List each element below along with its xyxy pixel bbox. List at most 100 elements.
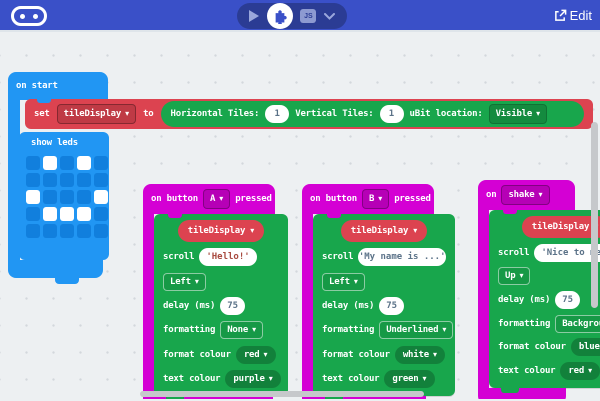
- chevron-down-icon: ▾: [423, 375, 427, 383]
- led-off[interactable]: [60, 156, 74, 170]
- led-on[interactable]: [94, 190, 108, 204]
- led-off[interactable]: [26, 173, 40, 187]
- event-spine[interactable]: [302, 214, 313, 396]
- delay-field[interactable]: 75: [379, 297, 404, 315]
- chevron-down-icon: ▾: [442, 326, 446, 334]
- on-shake-block[interactable]: on shake ▾: [478, 180, 575, 210]
- scroll-text-field[interactable]: 'Hello!': [199, 248, 256, 266]
- led-off[interactable]: [77, 190, 91, 204]
- tiledisplay-name: tileDisplay: [188, 226, 245, 236]
- tiledisplay-dropdown[interactable]: tileDisplay ▾: [522, 216, 600, 238]
- led-on[interactable]: [77, 156, 91, 170]
- formatting-dropdown[interactable]: Underlined ▾: [379, 321, 453, 339]
- led-off[interactable]: [94, 207, 108, 221]
- led-off[interactable]: [94, 224, 108, 238]
- chevron-down-icon: ▾: [264, 351, 268, 359]
- led-on[interactable]: [43, 156, 57, 170]
- formatting-dropdown[interactable]: None ▾: [220, 321, 263, 339]
- block-notch: [503, 210, 517, 214]
- event-label: pressed: [235, 194, 272, 204]
- format-colour-dropdown[interactable]: blue ▾: [571, 338, 600, 356]
- text-colour-dropdown[interactable]: red ▾: [560, 362, 600, 380]
- on-button-a-block[interactable]: on button A ▾ pressed: [143, 184, 275, 214]
- direction-dropdown[interactable]: Up ▾: [498, 267, 530, 285]
- delay-field[interactable]: 75: [555, 291, 580, 309]
- led-off[interactable]: [26, 156, 40, 170]
- direction-dropdown[interactable]: Left ▾: [163, 273, 206, 291]
- text-colour-dropdown[interactable]: purple ▾: [225, 370, 280, 388]
- horizontal-tiles-field[interactable]: 1: [265, 105, 289, 123]
- vertical-tiles-field[interactable]: 1: [380, 105, 404, 123]
- text-colour-value: purple: [233, 374, 264, 384]
- led-off[interactable]: [94, 156, 108, 170]
- led-off[interactable]: [26, 224, 40, 238]
- led-off[interactable]: [60, 224, 74, 238]
- led-off[interactable]: [26, 207, 40, 221]
- formatting-dropdown[interactable]: Background ▾: [555, 315, 600, 333]
- external-link-icon: [554, 9, 567, 22]
- javascript-mode-button[interactable]: JS: [300, 9, 316, 23]
- delay-label: delay (ms): [498, 295, 550, 305]
- on-start-label: on start: [16, 81, 58, 91]
- led-off[interactable]: [77, 224, 91, 238]
- play-icon[interactable]: [249, 10, 259, 22]
- on-start-block[interactable]: on start: [8, 72, 108, 100]
- on-button-b-block[interactable]: on button B ▾ pressed: [302, 184, 434, 214]
- gesture-dropdown[interactable]: shake ▾: [501, 185, 549, 205]
- show-leds-block[interactable]: show leds: [19, 132, 109, 260]
- format-colour-dropdown[interactable]: white ▾: [395, 346, 445, 364]
- button-dropdown[interactable]: B ▾: [362, 189, 389, 209]
- direction-dropdown[interactable]: Left ▾: [322, 273, 365, 291]
- text-colour-label: text colour: [163, 374, 220, 384]
- chevron-down-icon: ▾: [219, 195, 223, 203]
- tiledisplay-scroll-block[interactable]: tileDisplay ▾ scroll 'Nice to me Up ▾ de…: [489, 210, 600, 388]
- block-notch: [37, 99, 51, 103]
- direction-value: Left: [329, 277, 350, 287]
- microbit-logo-icon[interactable]: [11, 6, 47, 26]
- tiledisplay-scroll-block[interactable]: tileDisplay ▾ scroll 'My name is ...' Le…: [313, 214, 455, 396]
- logo-eye-icon: [20, 14, 25, 19]
- blocks-mode-button[interactable]: [267, 3, 293, 29]
- create-tiledisplay-block[interactable]: Horizontal Tiles: 1 Vertical Tiles: 1 uB…: [161, 101, 584, 127]
- tiledisplay-dropdown[interactable]: tileDisplay ▾: [178, 220, 264, 242]
- led-off[interactable]: [43, 173, 57, 187]
- led-on[interactable]: [77, 207, 91, 221]
- ubit-location-dropdown[interactable]: Visible ▾: [489, 104, 548, 124]
- chevron-down-icon: ▾: [413, 227, 417, 235]
- event-label: on button: [151, 194, 198, 204]
- delay-field[interactable]: 75: [220, 297, 245, 315]
- scroll-label: scroll: [163, 252, 194, 262]
- edit-button[interactable]: Edit: [554, 8, 592, 23]
- set-variable-block[interactable]: set tileDisplay ▾ to Horizontal Tiles: 1…: [25, 99, 593, 129]
- variable-dropdown[interactable]: tileDisplay ▾: [57, 104, 136, 124]
- vertical-scrollbar[interactable]: [591, 122, 598, 308]
- led-off[interactable]: [77, 173, 91, 187]
- tiledisplay-scroll-block[interactable]: tileDisplay ▾ scroll 'Hello!' Left ▾ del…: [154, 214, 288, 396]
- chevron-down-icon[interactable]: [324, 13, 335, 20]
- led-off[interactable]: [60, 173, 74, 187]
- chevron-down-icon: ▾: [125, 110, 129, 118]
- led-on[interactable]: [60, 207, 74, 221]
- button-value: A: [210, 194, 215, 204]
- led-off[interactable]: [43, 190, 57, 204]
- event-spine[interactable]: [143, 214, 154, 396]
- led-on[interactable]: [43, 207, 57, 221]
- scroll-label: scroll: [322, 252, 353, 262]
- led-off[interactable]: [60, 190, 74, 204]
- scroll-text-field[interactable]: 'My name is ...': [358, 248, 446, 266]
- led-off[interactable]: [94, 173, 108, 187]
- tiledisplay-dropdown[interactable]: tileDisplay ▾: [341, 220, 427, 242]
- event-foot[interactable]: [478, 388, 566, 399]
- text-colour-dropdown[interactable]: green ▾: [384, 370, 434, 388]
- format-colour-dropdown[interactable]: red ▾: [236, 346, 276, 364]
- on-start-foot[interactable]: [8, 260, 103, 278]
- horizontal-scrollbar[interactable]: [140, 391, 424, 397]
- led-off[interactable]: [43, 224, 57, 238]
- chevron-down-icon: ▾: [536, 110, 540, 118]
- blocks-workspace[interactable]: on start set tileDisplay ▾ to Horizontal…: [0, 32, 600, 399]
- button-dropdown[interactable]: A ▾: [203, 189, 230, 209]
- led-on[interactable]: [26, 190, 40, 204]
- event-spine[interactable]: [478, 210, 489, 388]
- format-colour-label: format colour: [322, 350, 390, 360]
- text-colour-value: green: [392, 374, 418, 384]
